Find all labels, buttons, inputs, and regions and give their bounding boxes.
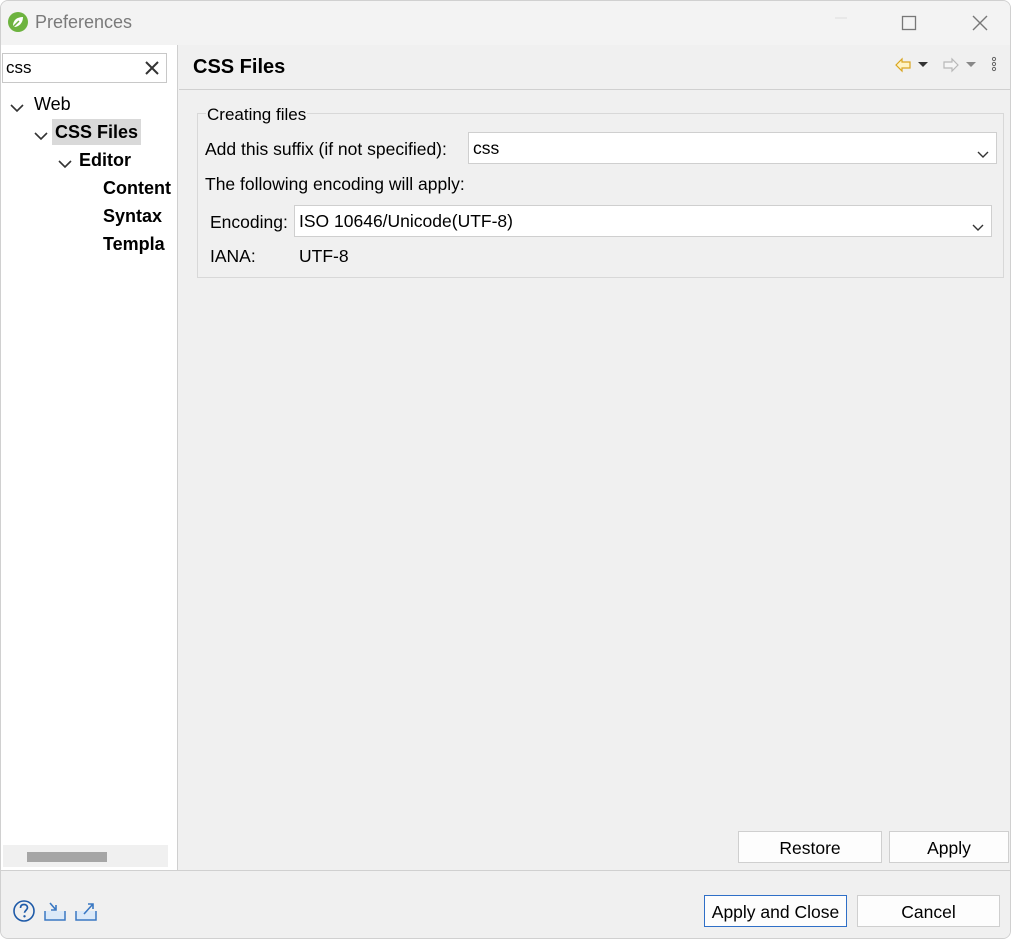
iana-label: IANA:: [210, 246, 256, 266]
dialog-button-bar: Apply and Close Cancel: [1, 871, 1010, 938]
tree-item-editor[interactable]: Editor: [57, 147, 131, 173]
tree-item-content[interactable]: Content: [103, 175, 171, 201]
forward-history-dropdown-icon[interactable]: [964, 55, 982, 75]
encoding-value: ISO 10646/Unicode(UTF-8): [299, 211, 513, 231]
tree-item-syntax[interactable]: Syntax: [103, 203, 162, 229]
preference-tree: Web CSS Files Editor Content Syntax Temp…: [1, 89, 171, 259]
window-title: Preferences: [35, 12, 133, 32]
chevron-down-icon[interactable]: [976, 141, 990, 158]
tree-item-web[interactable]: Web: [9, 91, 74, 117]
view-menu-icon[interactable]: [990, 55, 998, 75]
maximize-button[interactable]: [889, 7, 929, 39]
tree-item-label: CSS Files: [52, 119, 142, 145]
encoding-label: Encoding:: [210, 212, 288, 232]
apply-and-close-button[interactable]: Apply and Close: [704, 895, 847, 927]
creating-files-group: Creating files Add this suffix (if not s…: [197, 105, 1004, 278]
title-separator: [179, 89, 1010, 90]
suffix-value: css: [473, 138, 500, 158]
cancel-button[interactable]: Cancel: [857, 895, 1000, 927]
preference-page: CSS Files Creating files Add this suffix…: [179, 45, 1010, 888]
back-history-dropdown-icon[interactable]: [916, 55, 934, 75]
page-title: CSS Files: [193, 56, 286, 78]
iana-value: UTF-8: [299, 246, 349, 266]
scrollbar-thumb[interactable]: [27, 852, 107, 862]
horizontal-scrollbar[interactable]: [3, 845, 168, 867]
tree-item-label: Templa: [103, 234, 165, 254]
title-bar: Preferences: [1, 1, 1010, 45]
chevron-down-icon[interactable]: [971, 214, 985, 231]
spring-leaf-icon: [7, 11, 29, 33]
filter-input[interactable]: [6, 57, 136, 79]
chevron-down-icon[interactable]: [57, 153, 73, 169]
page-navigation: [894, 55, 1004, 75]
export-icon[interactable]: [74, 899, 98, 923]
import-icon[interactable]: [43, 899, 67, 923]
restore-defaults-button[interactable]: Restore Defaults: [738, 831, 882, 888]
encoding-combo[interactable]: ISO 10646/Unicode(UTF-8): [294, 205, 992, 237]
back-arrow-icon[interactable]: [894, 55, 912, 75]
clear-filter-icon[interactable]: [142, 58, 162, 78]
encoding-note: The following encoding will apply:: [205, 174, 465, 194]
close-button[interactable]: [960, 7, 1000, 39]
apply-button[interactable]: Apply: [889, 831, 1009, 863]
chevron-down-icon[interactable]: [9, 97, 25, 113]
forward-arrow-icon[interactable]: [942, 55, 960, 75]
preferences-window: Preferences Web: [0, 0, 1011, 939]
tree-item-label: Web: [34, 94, 71, 114]
minimize-button[interactable]: [821, 7, 861, 39]
tree-item-label: Syntax: [103, 206, 163, 226]
filter-box: [2, 53, 167, 83]
tree-item-templates[interactable]: Templa: [103, 231, 165, 257]
suffix-combo[interactable]: css: [468, 132, 997, 164]
tree-item-css-files[interactable]: CSS Files: [33, 119, 142, 145]
tree-item-label: Editor: [79, 150, 131, 170]
help-icon[interactable]: [12, 899, 36, 923]
suffix-label: Add this suffix (if not specified):: [205, 139, 447, 159]
preference-tree-panel: Web CSS Files Editor Content Syntax Temp…: [1, 45, 178, 870]
tree-item-label: Content: [103, 178, 171, 198]
chevron-down-icon[interactable]: [33, 125, 49, 141]
group-title: Creating files: [206, 105, 308, 125]
